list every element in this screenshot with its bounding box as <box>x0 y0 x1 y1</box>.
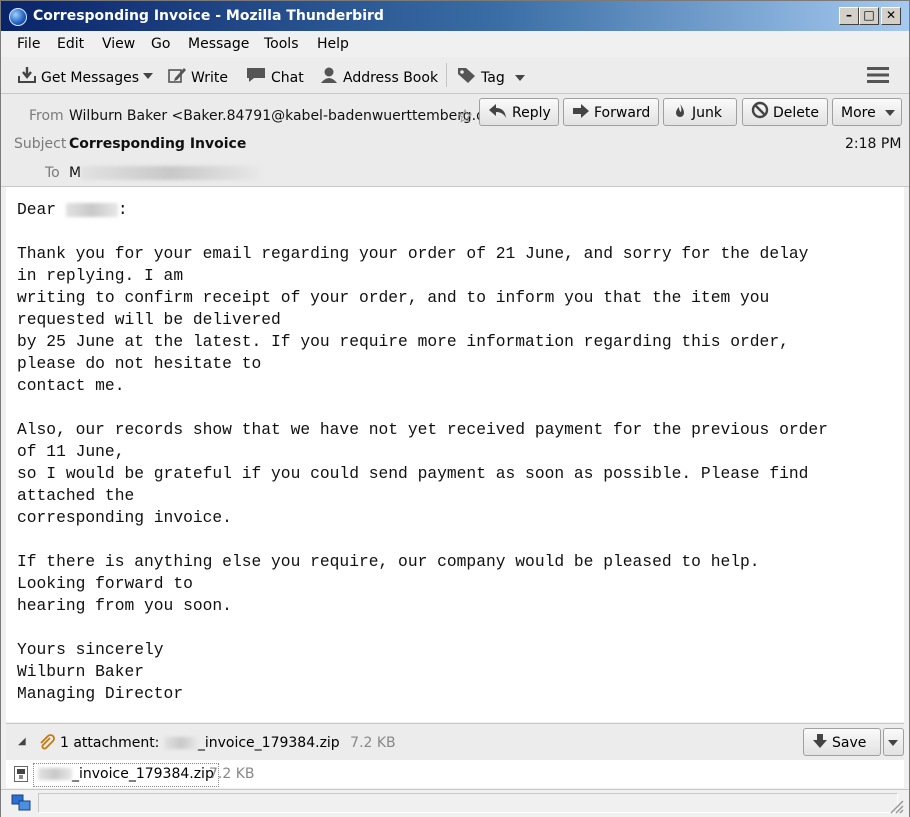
paperclip-icon <box>40 734 55 750</box>
attachment-item[interactable]: _invoice_179384.zip <box>33 763 219 787</box>
save-arrow-icon <box>813 734 827 748</box>
forward-button[interactable]: Forward <box>563 98 659 126</box>
delete-button[interactable]: Delete <box>742 98 828 126</box>
attachment-size: 7.2 KB <box>209 766 255 782</box>
thunderbird-app-icon <box>9 8 27 26</box>
star-icon[interactable] <box>458 109 472 123</box>
message-body-text: Thank you for your email regarding your … <box>17 244 828 703</box>
menu-bar: File Edit View Go Message Tools Help <box>1 32 909 56</box>
online-status-icon[interactable] <box>11 794 31 812</box>
save-button[interactable]: Save <box>803 728 881 756</box>
reply-label: Reply <box>512 105 551 121</box>
attachment-summary-label: 1 attachment: <box>60 735 160 751</box>
message-text: Dear : Thank you for your email regardin… <box>6 187 904 705</box>
tag-button[interactable]: Tag <box>457 66 526 86</box>
to-value-initial: M <box>69 165 82 181</box>
forward-label: Forward <box>594 105 651 121</box>
tag-label: Tag <box>481 70 505 86</box>
attachment-bar: ◢ 1 attachment: _invoice_179384.zip 7.2 … <box>6 723 904 760</box>
address-book-label: Address Book <box>343 70 439 86</box>
resize-grip-icon[interactable] <box>888 798 904 814</box>
write-label: Write <box>191 70 228 86</box>
attachment-summary-size: 7.2 KB <box>350 735 396 751</box>
menu-file[interactable]: File <box>17 36 40 52</box>
subject-value: Corresponding Invoice <box>69 136 247 152</box>
contact-icon <box>321 67 337 83</box>
chat-bubble-icon <box>247 68 265 82</box>
to-value[interactable]: M <box>69 165 262 181</box>
redacted-attachment-name <box>38 768 72 780</box>
main-toolbar: Get Messages Write Chat Address Book Tag <box>1 57 909 94</box>
subject-label: Subject <box>14 136 67 152</box>
get-messages-label: Get Messages <box>41 70 140 86</box>
download-icon <box>18 67 36 83</box>
delete-label: Delete <box>773 105 819 121</box>
menu-help[interactable]: Help <box>317 36 349 52</box>
message-time: 2:18 PM <box>845 136 902 152</box>
attachment-toggle-icon[interactable]: ◢ <box>18 736 26 747</box>
message-header: From Wilburn Baker <Baker.84791@kabel-ba… <box>1 94 909 187</box>
title-bar: Corresponding Invoice - Mozilla Thunderb… <box>1 1 909 31</box>
delete-icon <box>751 101 769 119</box>
attachment-summary[interactable]: 1 attachment: _invoice_179384.zip 7.2 KB <box>60 735 396 751</box>
more-button[interactable]: More <box>832 98 902 126</box>
redacted-recipient-name <box>65 202 118 217</box>
pencil-icon <box>168 68 186 83</box>
chat-button[interactable]: Chat <box>245 66 304 86</box>
hamburger-menu-icon <box>867 67 889 83</box>
status-text-panel <box>38 793 898 813</box>
more-label: More <box>841 105 876 121</box>
get-messages-dropdown[interactable] <box>143 68 153 84</box>
maximize-button[interactable]: □ <box>859 7 879 25</box>
tag-icon <box>458 68 475 83</box>
close-button[interactable]: ✕ <box>881 7 901 25</box>
minimize-button[interactable]: – <box>839 7 859 25</box>
greeting-suffix: : <box>117 200 128 219</box>
save-dropdown-button[interactable] <box>883 728 904 756</box>
menu-view[interactable]: View <box>102 36 135 52</box>
attachment-filename: _invoice_179384.zip <box>72 766 214 782</box>
to-label: To <box>45 165 60 181</box>
zip-file-icon <box>14 766 28 782</box>
menu-edit[interactable]: Edit <box>57 36 84 52</box>
attachment-list: _invoice_179384.zip 7.2 KB <box>6 760 904 788</box>
menu-tools[interactable]: Tools <box>264 36 299 52</box>
reply-arrow-icon <box>489 104 506 118</box>
get-messages-button[interactable]: Get Messages <box>17 66 139 86</box>
chevron-down-icon <box>515 75 526 81</box>
chat-label: Chat <box>271 70 304 86</box>
attachment-summary-filename: _invoice_179384.zip <box>197 735 340 751</box>
greeting-prefix: Dear <box>17 200 66 219</box>
chevron-down-icon <box>888 740 898 746</box>
toolbar-separator <box>446 63 447 87</box>
junk-label: Junk <box>692 105 722 121</box>
reply-button[interactable]: Reply <box>479 98 559 126</box>
from-label: From <box>29 108 64 124</box>
chevron-down-icon <box>885 110 896 116</box>
menu-go[interactable]: Go <box>151 36 170 52</box>
redacted-recipient <box>81 166 262 180</box>
status-bar <box>1 789 909 817</box>
forward-arrow-icon <box>573 104 589 118</box>
message-body: Dear : Thank you for your email regardin… <box>6 187 904 722</box>
save-label: Save <box>832 735 867 751</box>
window-title: Corresponding Invoice - Mozilla Thunderb… <box>33 8 384 24</box>
from-value[interactable]: Wilburn Baker <Baker.84791@kabel-badenwu… <box>69 108 505 124</box>
address-book-button[interactable]: Address Book <box>319 66 438 86</box>
chevron-down-icon <box>143 73 153 79</box>
write-button[interactable]: Write <box>167 66 228 86</box>
thunderbird-window: Corresponding Invoice - Mozilla Thunderb… <box>0 0 910 817</box>
redacted-attachment-prefix <box>163 737 198 749</box>
menu-message[interactable]: Message <box>188 36 249 52</box>
junk-button[interactable]: Junk <box>663 98 737 126</box>
app-menu-button[interactable] <box>867 66 889 88</box>
junk-flame-icon <box>676 104 684 117</box>
